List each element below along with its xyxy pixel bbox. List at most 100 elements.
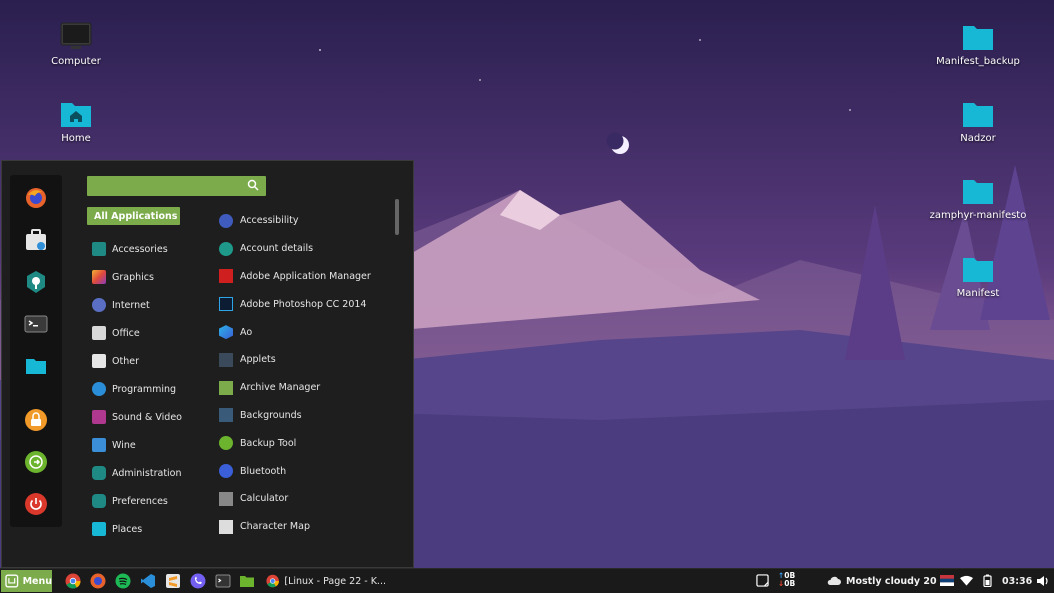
category-label: Other bbox=[112, 355, 139, 367]
app-label: Backup Tool bbox=[240, 437, 297, 449]
app-label: Calculator bbox=[240, 493, 289, 505]
desktop-icon-label: Nadzor bbox=[960, 133, 996, 144]
app-label: Archive Manager bbox=[240, 382, 321, 394]
search-input[interactable] bbox=[91, 178, 245, 196]
category-other[interactable]: Other bbox=[87, 347, 187, 375]
app-label: Account details bbox=[240, 243, 314, 255]
category-label: Places bbox=[112, 523, 143, 535]
category-programming[interactable]: Programming bbox=[87, 375, 187, 403]
app-label: Bluetooth bbox=[240, 465, 287, 477]
desktop-icon-label: zamphyr-manifesto bbox=[929, 210, 1027, 221]
app-archive-manager[interactable]: Archive Manager bbox=[217, 374, 392, 402]
vscode-icon[interactable] bbox=[140, 573, 156, 589]
app-backgrounds[interactable]: Backgrounds bbox=[217, 402, 392, 430]
category-label: Preferences bbox=[112, 495, 168, 507]
notes-icon[interactable] bbox=[756, 574, 769, 587]
chrome-icon bbox=[266, 574, 279, 588]
category-places[interactable]: Places bbox=[87, 515, 187, 543]
backup-icon bbox=[219, 436, 233, 451]
taskbar: Menu [Linux - Page 22 - K... ↑0B ↓0B Mos… bbox=[0, 568, 1054, 593]
app-backup-tool[interactable]: Backup Tool bbox=[217, 429, 392, 457]
category-label: Office bbox=[112, 327, 140, 339]
application-list: Accessibility Account details Adobe Appl… bbox=[217, 207, 392, 541]
desktop-icon-zamphyr-manifesto[interactable]: zamphyr-manifesto bbox=[928, 176, 1028, 221]
application-menu: All Applications Accessories Graphics In… bbox=[1, 160, 414, 568]
calculator-icon bbox=[219, 491, 233, 506]
favorites-sidebar bbox=[10, 175, 62, 527]
account-icon bbox=[219, 241, 233, 256]
app-account-details[interactable]: Account details bbox=[217, 235, 392, 263]
files-icon[interactable] bbox=[239, 573, 255, 589]
app-character-map[interactable]: Character Map bbox=[217, 513, 392, 541]
clock-time: 03:36 bbox=[1002, 575, 1033, 587]
logout-icon[interactable] bbox=[23, 449, 49, 475]
keyboard-layout-flag-icon[interactable] bbox=[940, 575, 954, 586]
category-internet[interactable]: Internet bbox=[87, 291, 187, 319]
category-preferences[interactable]: Preferences bbox=[87, 487, 187, 515]
volume-icon[interactable] bbox=[1036, 575, 1049, 587]
preferences-icon bbox=[92, 494, 106, 508]
applets-icon bbox=[219, 352, 233, 367]
category-administration[interactable]: Administration bbox=[87, 459, 187, 487]
search-box[interactable] bbox=[87, 176, 266, 196]
shutdown-icon[interactable] bbox=[23, 491, 49, 517]
terminal-icon[interactable] bbox=[215, 573, 231, 589]
category-all-applications[interactable]: All Applications bbox=[87, 207, 180, 225]
category-sound-video[interactable]: Sound & Video bbox=[87, 403, 187, 431]
desktop-icon-label: Manifest_backup bbox=[936, 56, 1020, 67]
wifi-icon[interactable] bbox=[960, 575, 973, 586]
weather-applet[interactable]: Mostly cloudy 20 °C bbox=[827, 569, 952, 593]
desktop-icon-label: Manifest bbox=[956, 288, 1000, 299]
viber-icon[interactable] bbox=[190, 573, 206, 589]
net-down: 0B bbox=[784, 579, 796, 588]
desktop-icon-manifest[interactable]: Manifest bbox=[928, 254, 1028, 299]
desktop-icon-computer[interactable]: Computer bbox=[26, 22, 126, 67]
search-icon bbox=[247, 179, 259, 191]
taskbar-window-button[interactable]: [Linux - Page 22 - K... bbox=[266, 571, 386, 591]
app-label: Applets bbox=[240, 354, 276, 366]
system-settings-icon[interactable] bbox=[23, 269, 49, 295]
window-title: [Linux - Page 22 - K... bbox=[284, 575, 386, 587]
app-bluetooth[interactable]: Bluetooth bbox=[217, 457, 392, 485]
firefox-icon[interactable] bbox=[23, 185, 49, 211]
other-icon bbox=[92, 354, 106, 368]
chrome-icon[interactable] bbox=[65, 573, 81, 589]
mint-logo-icon bbox=[5, 574, 19, 588]
category-label: Administration bbox=[112, 467, 182, 479]
app-list-scrollbar[interactable] bbox=[395, 199, 399, 235]
lock-screen-icon[interactable] bbox=[23, 407, 49, 433]
desktop-icon-label: Computer bbox=[51, 56, 101, 67]
category-graphics[interactable]: Graphics bbox=[87, 263, 187, 291]
places-icon bbox=[92, 522, 106, 536]
sublime-icon[interactable] bbox=[165, 573, 181, 589]
desktop-icon-nadzor[interactable]: Nadzor bbox=[928, 99, 1028, 144]
desktop-icon-label: Home bbox=[61, 133, 91, 144]
folder-icon bbox=[963, 103, 993, 127]
clock[interactable]: 03:36 bbox=[1002, 569, 1032, 593]
terminal-icon[interactable] bbox=[23, 311, 49, 337]
category-office[interactable]: Office bbox=[87, 319, 187, 347]
battery-icon[interactable] bbox=[983, 574, 992, 587]
app-label: Backgrounds bbox=[240, 409, 302, 421]
category-label: Graphics bbox=[112, 271, 154, 283]
spotify-icon[interactable] bbox=[115, 573, 131, 589]
app-ao[interactable]: Ao bbox=[217, 318, 392, 346]
category-label: Programming bbox=[112, 383, 177, 395]
app-adobe-application-manager[interactable]: Adobe Application Manager bbox=[217, 263, 392, 291]
desktop-icon-home[interactable]: Home bbox=[26, 99, 126, 144]
firefox-icon[interactable] bbox=[90, 573, 106, 589]
category-accessories[interactable]: Accessories bbox=[87, 235, 187, 263]
app-adobe-photoshop[interactable]: Adobe Photoshop CC 2014 bbox=[217, 290, 392, 318]
app-label: Adobe Photoshop CC 2014 bbox=[240, 298, 367, 310]
app-applets[interactable]: Applets bbox=[217, 346, 392, 374]
menu-button[interactable]: Menu bbox=[1, 570, 52, 592]
desktop-icon-manifest-backup[interactable]: Manifest_backup bbox=[928, 22, 1028, 67]
bluetooth-icon bbox=[219, 464, 233, 479]
app-accessibility[interactable]: Accessibility bbox=[217, 207, 392, 235]
software-manager-icon[interactable] bbox=[23, 227, 49, 253]
category-label: Wine bbox=[112, 439, 136, 451]
files-icon[interactable] bbox=[23, 353, 49, 379]
category-label: Sound & Video bbox=[112, 411, 182, 423]
category-wine[interactable]: Wine bbox=[87, 431, 187, 459]
app-calculator[interactable]: Calculator bbox=[217, 485, 392, 513]
